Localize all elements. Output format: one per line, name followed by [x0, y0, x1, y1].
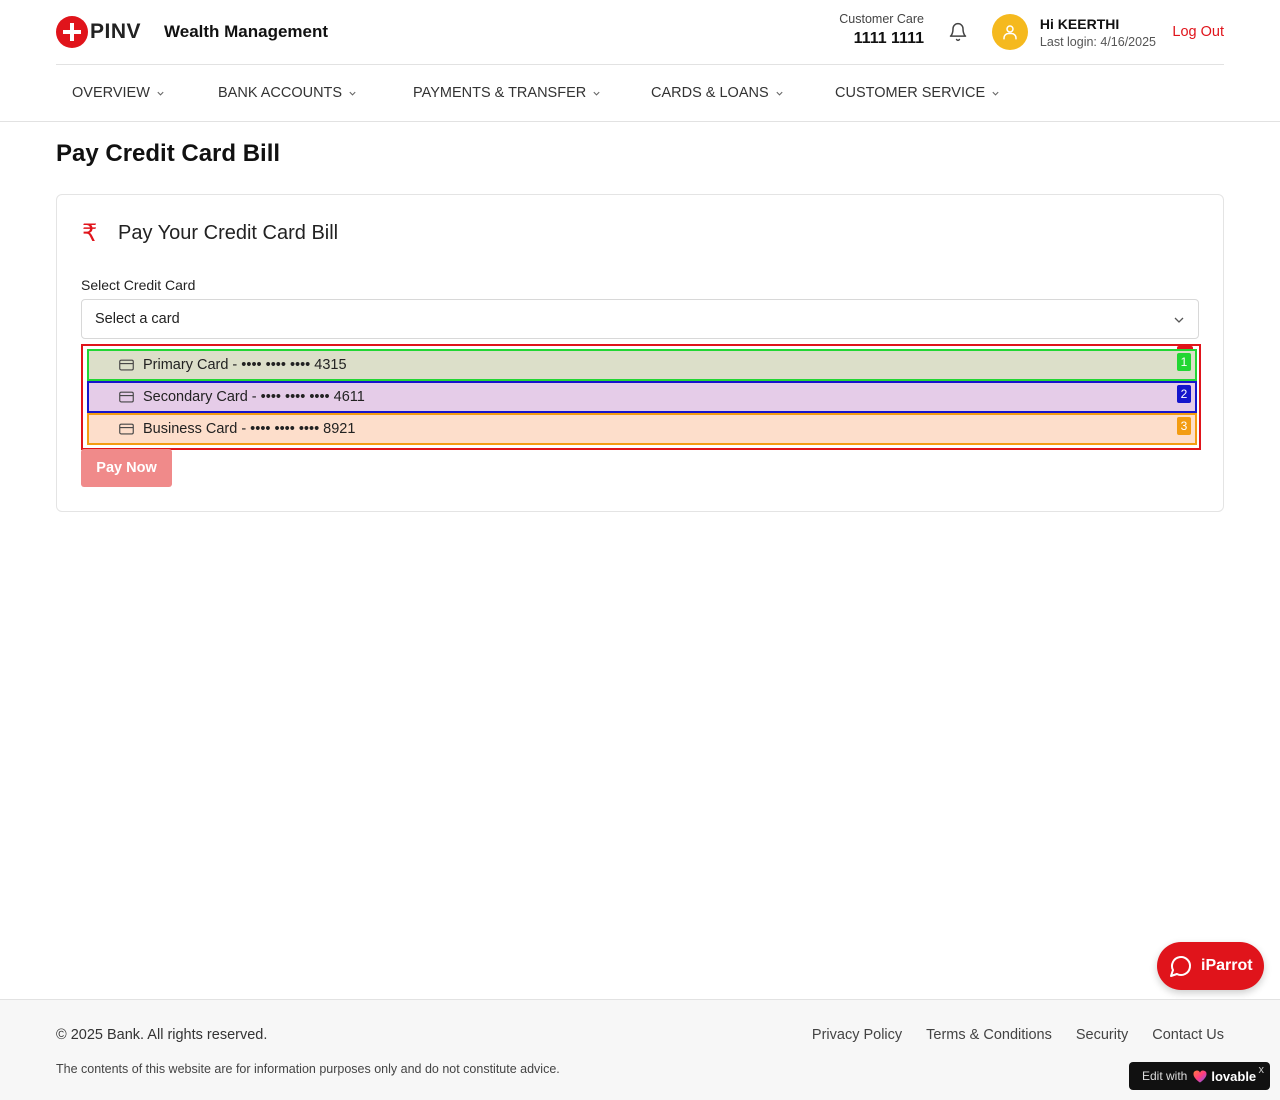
card-option-label: Primary Card - •••• •••• •••• 4315	[143, 357, 347, 373]
chevron-down-icon	[349, 91, 356, 96]
disclaimer: The contents of this website are for inf…	[56, 1062, 560, 1076]
nav-item-label: CUSTOMER SERVICE	[835, 85, 986, 101]
last-login: Last login: 4/16/2025	[1039, 35, 1156, 49]
credit-card-icon	[119, 391, 134, 403]
card-option-primary[interactable]: Primary Card - •••• •••• •••• 4315 1	[87, 349, 1197, 381]
nav-item-label: PAYMENTS & TRANSFER	[413, 85, 587, 101]
user-icon	[1003, 25, 1017, 40]
card-option-business[interactable]: Business Card - •••• •••• •••• 8921 3	[87, 413, 1197, 445]
chat-bubble-icon	[1170, 956, 1191, 977]
footer-links: Privacy Policy Terms & Conditions Securi…	[812, 1027, 1224, 1043]
chevron-down-icon	[992, 91, 999, 96]
edit-with-label: Edit with	[1142, 1069, 1188, 1083]
credit-card-icon	[119, 423, 134, 435]
chevron-down-icon	[157, 91, 164, 96]
footer-link-contact[interactable]: Contact Us	[1152, 1027, 1224, 1043]
logout-link[interactable]: Log Out	[1172, 24, 1224, 40]
pay-bill-card: ₹ Pay Your Credit Card Bill Select Credi…	[56, 194, 1224, 512]
rupee-icon: ₹	[82, 220, 98, 247]
option-tag: 1	[1177, 353, 1191, 371]
copyright: © 2025 Bank. All rights reserved.	[56, 1027, 268, 1043]
iparrot-chat-button[interactable]: iParrot	[1157, 942, 1264, 990]
card-header: ₹ Pay Your Credit Card Bill	[82, 219, 338, 248]
user-greeting: Hi KEERTHI	[1039, 16, 1120, 32]
customer-care-number: 1111 1111	[853, 30, 924, 47]
nav-item-payments-transfer[interactable]: PAYMENTS & TRANSFER	[413, 85, 601, 101]
heart-icon	[1193, 1070, 1207, 1082]
chat-label: iParrot	[1201, 957, 1253, 974]
nav-item-cards-loans[interactable]: CARDS & LOANS	[651, 85, 784, 101]
nav-item-label: BANK ACCOUNTS	[218, 85, 343, 101]
footer-link-security[interactable]: Security	[1076, 1027, 1128, 1043]
nav-item-label: OVERVIEW	[72, 85, 150, 101]
customer-care-label: Customer Care	[839, 12, 924, 26]
option-tag: 2	[1177, 385, 1191, 403]
brand-subtitle: Wealth Management	[164, 22, 329, 41]
credit-card-icon	[119, 359, 134, 371]
close-icon[interactable]: x	[1259, 1064, 1265, 1076]
page-title: Pay Credit Card Bill	[56, 140, 281, 167]
footer: © 2025 Bank. All rights reserved. The co…	[0, 999, 1280, 1100]
chevron-down-icon	[776, 91, 783, 96]
logo[interactable]: PINV	[56, 16, 141, 48]
logo-text: PINV	[90, 20, 142, 43]
chevron-down-icon	[593, 91, 600, 96]
pay-now-button[interactable]: Pay Now	[81, 449, 172, 487]
logo-plus-icon	[56, 16, 88, 48]
select-value: Select a card	[95, 311, 180, 327]
select-card-label: Select Credit Card	[81, 277, 196, 293]
card-title: Pay Your Credit Card Bill	[118, 222, 339, 244]
lovable-brand: lovable	[1211, 1068, 1257, 1084]
footer-link-privacy[interactable]: Privacy Policy	[812, 1027, 902, 1043]
card-option-label: Secondary Card - •••• •••• •••• 4611	[143, 389, 365, 405]
bell-icon[interactable]	[948, 22, 968, 42]
customer-care: Customer Care 1111 1111	[839, 12, 924, 48]
nav-item-label: CARDS & LOANS	[651, 85, 769, 101]
card-option-secondary[interactable]: Secondary Card - •••• •••• •••• 4611 2	[87, 381, 1197, 413]
nav-item-overview[interactable]: OVERVIEW	[72, 85, 165, 101]
lovable-badge[interactable]: Edit with lovable x	[1129, 1062, 1270, 1090]
nav-item-customer-service[interactable]: CUSTOMER SERVICE	[835, 85, 1000, 101]
card-dropdown-list: 0 Primary Card - •••• •••• •••• 4315 1 S…	[81, 344, 1201, 450]
user-info: Hi KEERTHI Last login: 4/16/2025	[1040, 16, 1156, 49]
chevron-down-icon	[1174, 317, 1184, 323]
option-tag: 3	[1177, 417, 1191, 435]
top-header: PINV Wealth Management Customer Care 111…	[56, 0, 1224, 65]
footer-link-terms[interactable]: Terms & Conditions	[926, 1027, 1052, 1043]
nav-item-bank-accounts[interactable]: BANK ACCOUNTS	[218, 85, 357, 101]
avatar[interactable]	[992, 14, 1028, 50]
card-option-label: Business Card - •••• •••• •••• 8921	[143, 421, 356, 437]
credit-card-select[interactable]: Select a card	[81, 299, 1199, 339]
main-nav: OVERVIEW BANK ACCOUNTS PAYMENTS & TRANSF…	[0, 65, 1280, 122]
